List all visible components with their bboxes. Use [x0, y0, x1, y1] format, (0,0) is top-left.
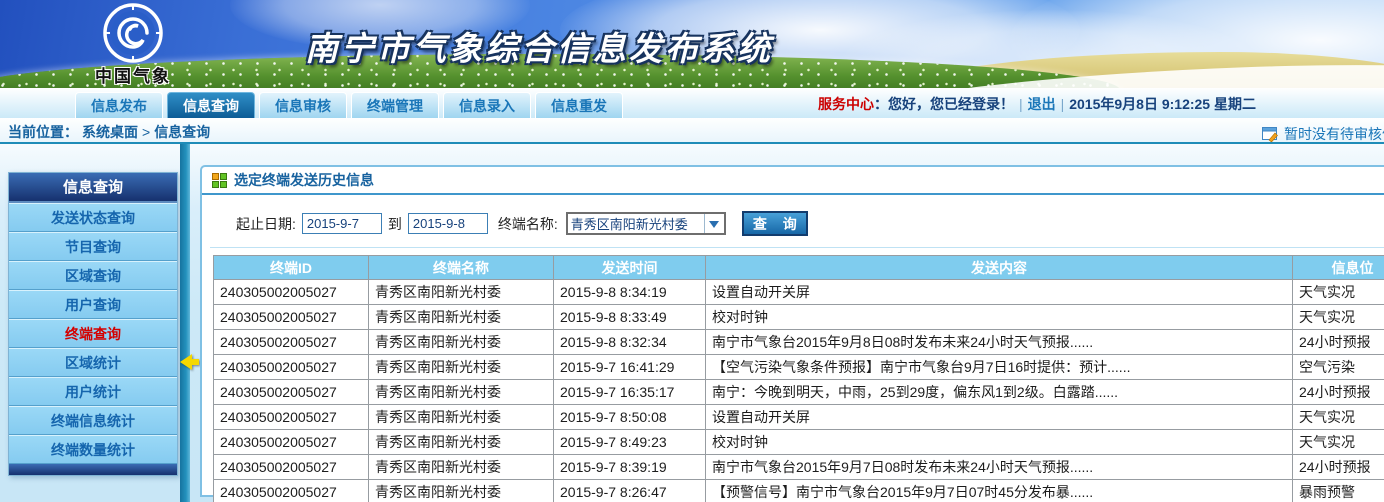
history-table: 终端ID 终端名称 发送时间 发送内容 信息位 240305002005027青…	[213, 255, 1384, 502]
sidebar-title: 信息查询	[9, 173, 177, 203]
page-title: 南宁市气象综合信息发布系统	[305, 22, 773, 70]
history-panel: 选定终端发送历史信息 起止日期: 到 终端名称: 青秀区南阳新光村委 查 询	[200, 165, 1384, 497]
date-range-label: 起止日期:	[236, 214, 296, 234]
sidebar-item-region-stats[interactable]: 区域统计	[9, 348, 177, 377]
col-send-content: 发送内容	[706, 256, 1293, 280]
table-row: 240305002005027青秀区南阳新光村委2015-9-7 8:39:19…	[214, 455, 1384, 480]
table-header-row: 终端ID 终端名称 发送时间 发送内容 信息位	[214, 256, 1384, 280]
query-form: 起止日期: 到 终端名称: 青秀区南阳新光村委 查 询	[232, 211, 1384, 236]
query-button[interactable]: 查 询	[742, 211, 808, 236]
app-window: 中国气象 南宁市气象综合信息发布系统 信息发布 信息查询 信息审核 终端管理 信…	[0, 0, 1384, 502]
sidebar-item-terminal-count-stats[interactable]: 终端数量统计	[9, 435, 177, 464]
chevron-down-icon	[704, 214, 724, 233]
audit-status-text: 暂时没有待审核信息	[1284, 124, 1384, 144]
cma-spiral-icon	[102, 2, 164, 64]
main-tabs: 信息发布 信息查询 信息审核 终端管理 信息录入 信息重发	[75, 92, 623, 118]
breadcrumb: 当前位置：系统桌面>信息查询	[8, 122, 214, 142]
to-label: 到	[388, 214, 402, 234]
breadcrumb-label: 当前位置：	[8, 124, 78, 140]
tab-info-publish[interactable]: 信息发布	[75, 92, 163, 118]
logout-link[interactable]: 退出	[1028, 96, 1056, 112]
tab-info-entry[interactable]: 信息录入	[443, 92, 531, 118]
banner: 中国气象 南宁市气象综合信息发布系统	[0, 0, 1384, 88]
panel-title: 选定终端发送历史信息	[234, 170, 374, 190]
service-center-label: 服务中心	[818, 96, 874, 112]
content-area: 信息查询 发送状态查询 节目查询 区域查询 用户查询 终端查询 区域统计 用户统…	[0, 144, 1384, 502]
col-terminal-name: 终端名称	[369, 256, 554, 280]
audit-status: 暂时没有待审核信息	[1262, 124, 1384, 144]
sidebar-item-program-query[interactable]: 节目查询	[9, 232, 177, 261]
col-terminal-id: 终端ID	[214, 256, 369, 280]
collapse-arrow-icon[interactable]	[172, 354, 192, 370]
navbar: 信息发布 信息查询 信息审核 终端管理 信息录入 信息重发 服务中心：您好，您已…	[0, 88, 1384, 118]
form-separator	[210, 247, 1384, 248]
table-row: 240305002005027青秀区南阳新光村委2015-9-7 8:49:23…	[214, 430, 1384, 455]
table-row: 240305002005027青秀区南阳新光村委2015-9-8 8:33:49…	[214, 305, 1384, 330]
tab-info-resend[interactable]: 信息重发	[535, 92, 623, 118]
tab-terminal-manage[interactable]: 终端管理	[351, 92, 439, 118]
date-to-input[interactable]	[408, 213, 488, 234]
date-from-input[interactable]	[302, 213, 382, 234]
table-row: 240305002005027青秀区南阳新光村委2015-9-7 8:50:08…	[214, 405, 1384, 430]
sidebar-footer-bar	[9, 464, 177, 475]
col-send-time: 发送时间	[554, 256, 706, 280]
service-center-bar: 服务中心：您好，您已经登录！|退出|2015年9月8日 9:12:25 星期二	[818, 94, 1256, 114]
table-row: 240305002005027青秀区南阳新光村委2015-9-7 16:35:1…	[214, 380, 1384, 405]
table-row: 240305002005027青秀区南阳新光村委2015-9-7 16:41:2…	[214, 355, 1384, 380]
sidebar-menu: 信息查询 发送状态查询 节目查询 区域查询 用户查询 终端查询 区域统计 用户统…	[8, 172, 178, 476]
document-pencil-icon	[1262, 127, 1279, 142]
table-row: 240305002005027青秀区南阳新光村委2015-9-8 8:34:19…	[214, 280, 1384, 305]
sidebar-item-send-status-query[interactable]: 发送状态查询	[9, 203, 177, 232]
sidebar-item-terminal-info-stats[interactable]: 终端信息统计	[9, 406, 177, 435]
sidebar-item-user-query[interactable]: 用户查询	[9, 290, 177, 319]
grid-squares-icon	[212, 173, 227, 188]
table-row: 240305002005027青秀区南阳新光村委2015-9-7 8:26:47…	[214, 480, 1384, 502]
panel-header: 选定终端发送历史信息	[202, 167, 1384, 195]
cma-logo: 中国气象	[58, 2, 208, 87]
login-greeting: ：您好，您已经登录！	[874, 96, 1014, 112]
tab-info-audit[interactable]: 信息审核	[259, 92, 347, 118]
table-row: 240305002005027青秀区南阳新光村委2015-9-8 8:32:34…	[214, 330, 1384, 355]
terminal-select-value: 青秀区南阳新光村委	[568, 214, 704, 233]
sidebar-item-region-query[interactable]: 区域查询	[9, 261, 177, 290]
sidebar-item-user-stats[interactable]: 用户统计	[9, 377, 177, 406]
datetime-display: 2015年9月8日 9:12:25 星期二	[1069, 96, 1256, 112]
col-info-type: 信息位	[1293, 256, 1384, 280]
breadcrumb-link-desktop[interactable]: 系统桌面	[82, 124, 138, 140]
sidebar-divider	[180, 144, 190, 502]
terminal-select[interactable]: 青秀区南阳新光村委	[566, 212, 726, 235]
terminal-name-label: 终端名称:	[498, 214, 558, 234]
breadcrumb-link-query[interactable]: 信息查询	[154, 124, 210, 140]
logo-text: 中国气象	[58, 62, 208, 87]
breadcrumb-row: 当前位置：系统桌面>信息查询 暂时没有待审核信息	[0, 118, 1384, 144]
tab-info-query[interactable]: 信息查询	[167, 92, 255, 118]
sidebar-item-terminal-query[interactable]: 终端查询	[9, 319, 177, 348]
